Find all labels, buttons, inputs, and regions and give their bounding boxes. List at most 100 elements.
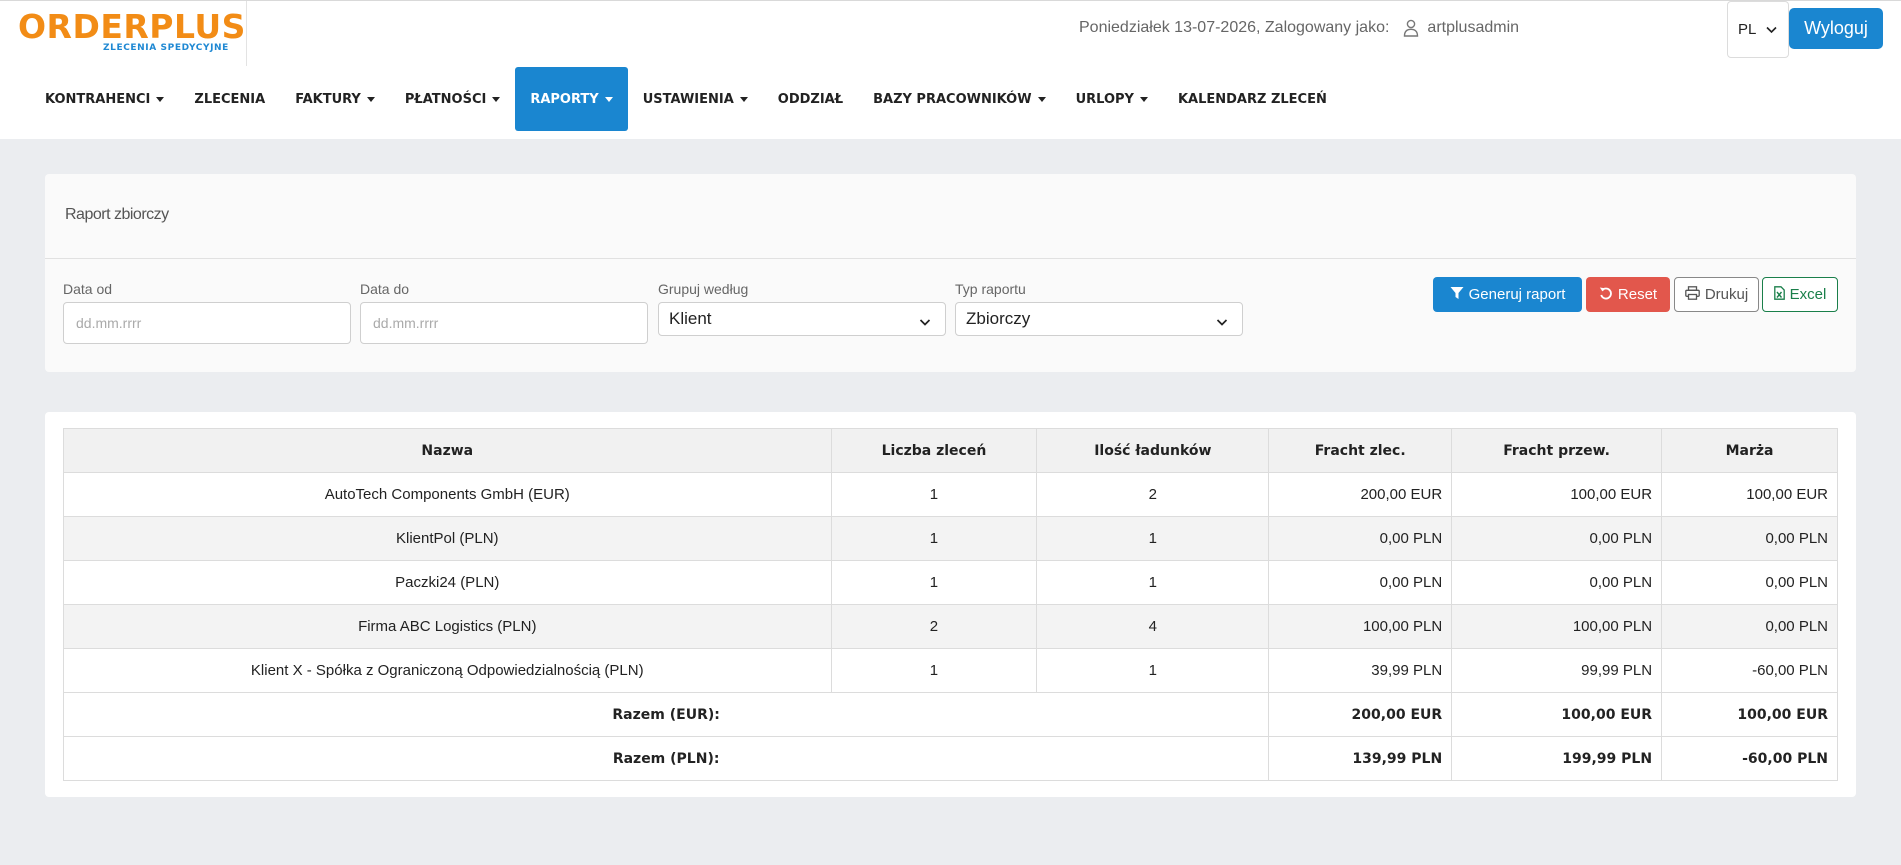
logo-text: ORDERPLUS — [18, 7, 246, 46]
total-marza: -60,00 PLN — [1661, 736, 1838, 781]
cell-marza: 0,00 PLN — [1661, 560, 1838, 605]
column-header-ilosc-ladunkow[interactable]: Ilość ładunków — [1036, 428, 1270, 473]
date-to-label: Data do — [360, 281, 410, 297]
cell-nazwa: Klient X - Spółka z Ograniczoną Odpowied… — [63, 648, 832, 693]
table-row: AutoTech Components GmbH (EUR) 1 2 200,0… — [63, 472, 1838, 517]
undo-icon — [1599, 286, 1613, 304]
cell-nazwa: Paczki24 (PLN) — [63, 560, 832, 605]
date-from-label: Data od — [63, 281, 113, 297]
column-header-nazwa[interactable]: Nazwa — [63, 428, 832, 473]
table-row: Klient X - Spółka z Ograniczoną Odpowied… — [63, 648, 1838, 693]
cell-liczba-zlecen: 1 — [830, 648, 1038, 693]
caret-down-icon — [1139, 96, 1148, 102]
caret-down-icon — [1037, 96, 1046, 102]
column-header-liczba-zlecen[interactable]: Liczba zleceń — [830, 428, 1038, 473]
column-header-fracht-przew[interactable]: Fracht przew. — [1451, 428, 1663, 473]
logout-button[interactable]: Wyloguj — [1789, 8, 1883, 49]
date-login-text: Poniedziałek 13-07-2026, Zalogowany jako… — [1079, 19, 1390, 36]
column-header-marza[interactable]: Marża — [1661, 428, 1838, 473]
nav-item-ustawienia[interactable]: USTAWIENIA — [628, 67, 763, 131]
user-icon — [1403, 19, 1419, 37]
generate-label: Generuj raport — [1468, 286, 1566, 303]
cell-liczba-zlecen: 1 — [830, 472, 1038, 517]
nav-label: KONTRAHENCI — [45, 91, 151, 107]
cell-ilosc-ladunkow: 2 — [1036, 472, 1270, 517]
cell-ilosc-ladunkow: 1 — [1036, 516, 1270, 561]
print-label: Drukuj — [1704, 286, 1749, 303]
nav-item-zlecenia[interactable]: ZLECENIA — [179, 67, 280, 131]
printer-icon — [1684, 285, 1700, 304]
nav-item-urlopy[interactable]: URLOPY — [1061, 67, 1163, 131]
total-row-pln: Razem (PLN): 139,99 PLN 199,99 PLN -60,0… — [62, 736, 1838, 781]
cell-ilosc-ladunkow: 1 — [1036, 560, 1270, 605]
excel-file-icon — [1773, 285, 1785, 304]
nav-label: RAPORTY — [530, 91, 599, 107]
session-info: Poniedziałek 13-07-2026, Zalogowany jako… — [1079, 19, 1519, 37]
caret-down-icon — [739, 96, 748, 102]
nav-item-faktury[interactable]: FAKTURY — [280, 67, 390, 131]
nav-label: URLOPY — [1075, 91, 1134, 107]
cell-nazwa: AutoTech Components GmbH (EUR) — [63, 472, 832, 517]
cell-fracht-zlec: 0,00 PLN — [1268, 560, 1453, 605]
report-filter-card: Raport zbiorczy Data od dd.mm.rrrr Data … — [45, 174, 1856, 372]
logo[interactable]: ORDERPLUS ZLECENIA SPEDYCYJNE — [0, 1, 247, 66]
excel-label: Excel — [1789, 286, 1827, 303]
table-header-row: Nazwa Liczba zleceń Ilość ładunków Frach… — [63, 428, 1838, 473]
total-fracht-zlec: 139,99 PLN — [1268, 736, 1453, 781]
column-header-fracht-zlec[interactable]: Fracht zlec. — [1268, 428, 1453, 473]
divider — [45, 258, 1856, 259]
nav-item-oddzial[interactable]: ODDZIAŁ — [763, 67, 858, 131]
cell-nazwa: Firma ABC Logistics (PLN) — [63, 604, 832, 649]
cell-marza: 0,00 PLN — [1661, 604, 1838, 649]
logo-tagline: ZLECENIA SPEDYCYJNE — [103, 43, 229, 53]
table-row: Firma ABC Logistics (PLN) 2 4 100,00 PLN… — [63, 604, 1838, 649]
nav-label: KALENDARZ ZLECEŃ — [1177, 91, 1327, 107]
cell-nazwa: KlientPol (PLN) — [63, 516, 832, 561]
chevron-down-icon — [1766, 21, 1777, 38]
nav-label: PŁATNOŚCI — [404, 91, 487, 107]
group-by-value: Klient — [669, 309, 712, 328]
nav-item-kalendarz-zlecen[interactable]: KALENDARZ ZLECEŃ — [1163, 67, 1342, 131]
cell-fracht-przew: 0,00 PLN — [1451, 560, 1663, 605]
generate-report-button[interactable]: Generuj raport — [1433, 277, 1582, 312]
caret-down-icon — [366, 96, 375, 102]
reset-button[interactable]: Reset — [1586, 277, 1670, 312]
table-row: Paczki24 (PLN) 1 1 0,00 PLN 0,00 PLN 0,0… — [63, 560, 1838, 605]
chevron-down-icon — [919, 312, 931, 332]
total-row-eur: Razem (EUR): 200,00 EUR 100,00 EUR 100,0… — [62, 692, 1838, 737]
total-fracht-zlec: 200,00 EUR — [1268, 692, 1453, 737]
nav-item-raporty[interactable]: RAPORTY — [515, 67, 628, 131]
language-select[interactable]: PL — [1727, 1, 1789, 58]
group-by-select[interactable]: Klient — [658, 302, 946, 336]
cell-fracht-przew: 100,00 EUR — [1451, 472, 1663, 517]
cell-fracht-zlec: 39,99 PLN — [1268, 648, 1453, 693]
report-table: Nazwa Liczba zleceń Ilość ładunków Frach… — [62, 428, 1838, 781]
nav-item-bazy-pracownikow[interactable]: BAZY PRACOWNIKÓW — [858, 67, 1060, 131]
report-type-value: Zbiorczy — [966, 309, 1031, 328]
nav-label: BAZY PRACOWNIKÓW — [873, 91, 1032, 107]
page-title: Raport zbiorczy — [65, 206, 169, 223]
cell-marza: 100,00 EUR — [1661, 472, 1838, 517]
total-marza: 100,00 EUR — [1661, 692, 1838, 737]
report-type-label: Typ raportu — [955, 281, 1026, 297]
caret-down-icon — [492, 96, 501, 102]
nav-label: FAKTURY — [295, 91, 361, 107]
cell-liczba-zlecen: 2 — [830, 604, 1038, 649]
caret-down-icon — [156, 96, 165, 102]
main-nav: KONTRAHENCI ZLECENIA FAKTURY PŁATNOŚCI R… — [30, 67, 1342, 131]
nav-label: ZLECENIA — [194, 91, 266, 107]
cell-ilosc-ladunkow: 4 — [1036, 604, 1270, 649]
total-label: Razem (PLN): — [62, 736, 1270, 781]
date-to-input[interactable]: dd.mm.rrrr — [360, 302, 648, 344]
cell-fracht-zlec: 100,00 PLN — [1268, 604, 1453, 649]
cell-fracht-przew: 99,99 PLN — [1451, 648, 1663, 693]
nav-label: ODDZIAŁ — [777, 91, 844, 107]
language-value: PL — [1738, 21, 1757, 38]
print-button[interactable]: Drukuj — [1674, 277, 1759, 312]
reset-label: Reset — [1617, 286, 1658, 303]
excel-button[interactable]: Excel — [1762, 277, 1838, 312]
nav-item-platnosci[interactable]: PŁATNOŚCI — [390, 67, 515, 131]
nav-item-kontrahenci[interactable]: KONTRAHENCI — [30, 67, 179, 131]
date-from-input[interactable]: dd.mm.rrrr — [63, 302, 351, 344]
report-type-select[interactable]: Zbiorczy — [955, 302, 1243, 336]
